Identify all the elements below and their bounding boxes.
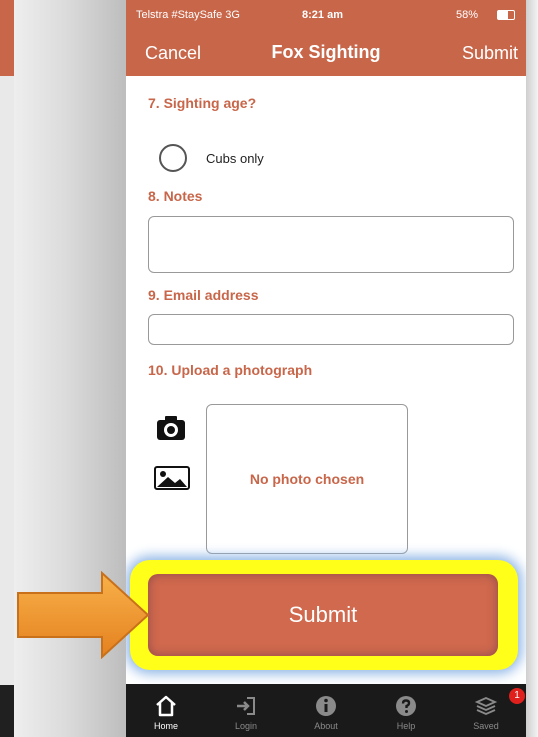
clock-text: 8:21 am bbox=[302, 9, 343, 21]
image-gallery-icon[interactable] bbox=[154, 466, 190, 490]
tab-home[interactable]: Home bbox=[126, 684, 206, 737]
saved-count-badge: 1 bbox=[509, 688, 525, 704]
question-sighting-age: 7. Sighting age? bbox=[148, 95, 257, 111]
tab-help-label: Help bbox=[396, 721, 416, 731]
nav-submit-button[interactable]: Submit bbox=[462, 43, 518, 64]
right-edge-shadow bbox=[526, 0, 538, 737]
question-upload-photo: 10. Upload a photograph bbox=[148, 362, 313, 378]
background-phone-footer bbox=[0, 685, 14, 737]
phone-screen: Telstra #StaySafe 3G 8:21 am 58% Cancel … bbox=[126, 0, 526, 737]
email-field[interactable] bbox=[148, 314, 514, 345]
battery-percent: 58% bbox=[456, 9, 479, 21]
photo-preview-box[interactable]: No photo chosen bbox=[206, 404, 408, 554]
question-notes: 8. Notes bbox=[148, 188, 203, 204]
camera-icon[interactable] bbox=[156, 415, 186, 441]
tab-login[interactable]: Login bbox=[206, 684, 286, 737]
nav-bar: Cancel Fox Sighting Submit bbox=[126, 30, 526, 76]
tab-help[interactable]: Help bbox=[366, 684, 446, 737]
status-bar: Telstra #StaySafe 3G 8:21 am 58% bbox=[126, 0, 526, 30]
info-icon bbox=[316, 696, 336, 716]
background-phone bbox=[0, 0, 14, 737]
tab-bar: Home Login About Help Saved bbox=[126, 684, 526, 737]
cubs-only-label[interactable]: Cubs only bbox=[206, 151, 264, 166]
background-phone-header bbox=[0, 0, 14, 76]
saved-stack-icon bbox=[474, 697, 498, 715]
login-icon bbox=[237, 697, 255, 715]
tab-about[interactable]: About bbox=[286, 684, 366, 737]
tab-about-label: About bbox=[314, 721, 338, 731]
help-icon bbox=[396, 696, 416, 716]
carrier-text: Telstra #StaySafe 3G bbox=[136, 9, 240, 21]
photo-status-text: No photo chosen bbox=[249, 471, 365, 487]
tab-home-label: Home bbox=[153, 721, 178, 731]
submit-button-label: Submit bbox=[288, 602, 358, 627]
question-email: 9. Email address bbox=[148, 287, 259, 303]
notes-field[interactable] bbox=[148, 216, 514, 273]
submit-button[interactable]: Submit bbox=[148, 574, 498, 656]
cubs-only-radio[interactable] bbox=[159, 144, 187, 172]
battery-icon bbox=[497, 10, 515, 20]
tab-login-label: Login bbox=[234, 721, 258, 731]
pointer-arrow-icon bbox=[17, 571, 150, 659]
home-icon bbox=[156, 695, 176, 717]
tab-saved-label: Saved bbox=[473, 721, 499, 731]
